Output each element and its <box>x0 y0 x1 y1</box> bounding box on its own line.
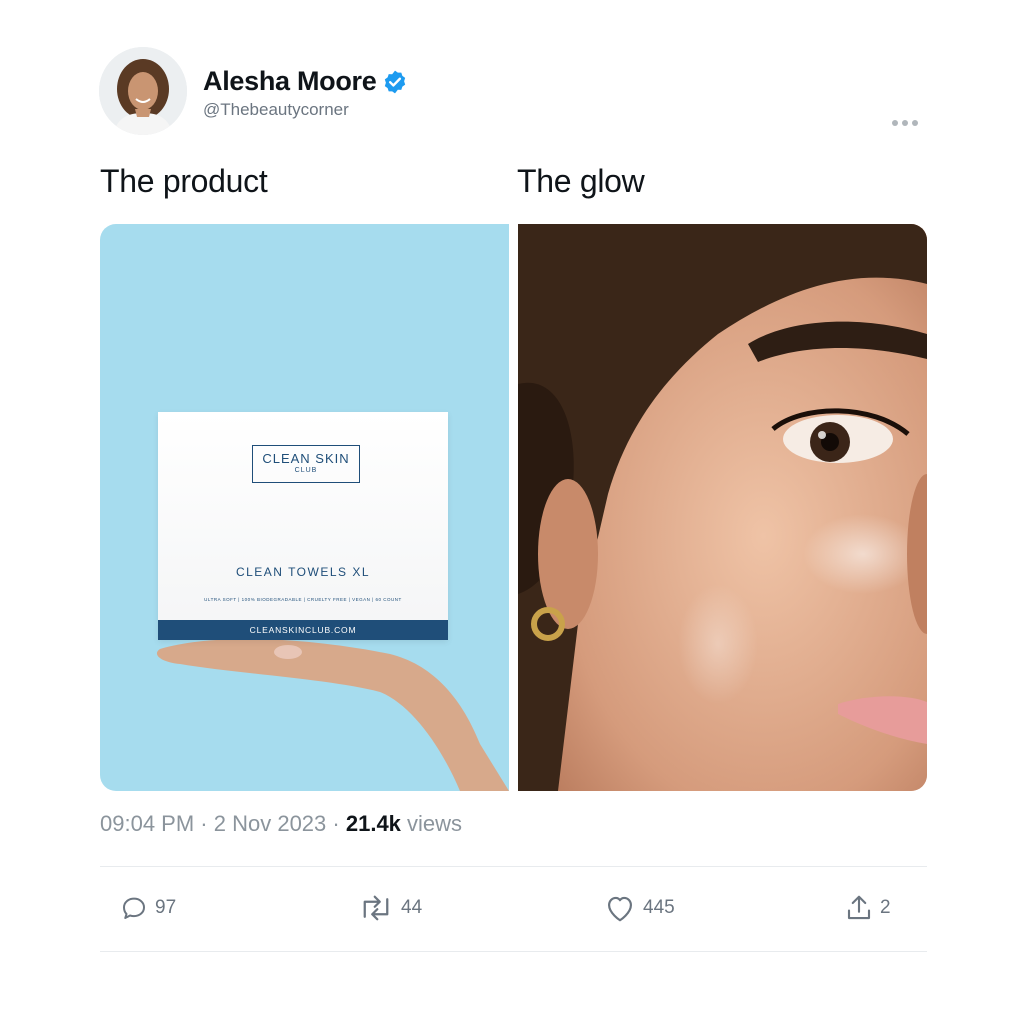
more-icon[interactable] <box>892 116 928 130</box>
divider-bottom <box>100 951 927 952</box>
caption-product: The product <box>100 163 268 199</box>
product-brand-sub: CLUB <box>294 467 318 474</box>
tweet-meta: 09:04 PM · 2 Nov 2023 · 21.4k views <box>100 811 462 837</box>
verified-badge-icon <box>382 69 408 95</box>
repost-count: 44 <box>401 897 423 918</box>
author-name[interactable]: Alesha Moore <box>203 66 377 97</box>
author-handle[interactable]: @Thebeautycorner <box>203 100 349 120</box>
reply-icon <box>123 897 145 919</box>
tweet-date[interactable]: 2 Nov 2023 <box>214 811 327 836</box>
avatar-image <box>99 47 187 135</box>
share-count: 2 <box>880 897 891 918</box>
face-illustration <box>518 224 927 791</box>
share-icon <box>847 895 871 920</box>
avatar[interactable] <box>99 47 187 135</box>
meta-separator: · <box>200 811 208 836</box>
divider-top <box>100 866 927 867</box>
like-button[interactable]: 445 <box>603 893 675 923</box>
caption-glow: The glow <box>517 163 645 199</box>
views-label: views <box>407 811 463 836</box>
meta-separator: · <box>332 811 340 836</box>
like-icon <box>608 896 632 922</box>
repost-button[interactable]: 44 <box>357 893 422 923</box>
media-glow[interactable] <box>518 224 927 791</box>
views-count: 21.4k <box>345 811 401 836</box>
reply-count: 97 <box>155 897 177 918</box>
tweet-time: 09:04 PM <box>100 811 195 836</box>
product-logo: CLEAN SKIN CLUB <box>252 445 360 483</box>
repost-icon <box>363 895 389 921</box>
reply-button[interactable]: 97 <box>119 893 176 923</box>
like-count: 445 <box>643 897 675 918</box>
product-box: CLEAN SKIN CLUB CLEAN TOWELS XL ULTRA SO… <box>158 412 448 640</box>
product-title: CLEAN TOWELS XL <box>235 565 371 579</box>
media-product[interactable]: CLEAN SKIN CLUB CLEAN TOWELS XL ULTRA SO… <box>100 224 509 791</box>
product-website: CLEANSKINCLUB.COM <box>158 620 448 640</box>
product-brand: CLEAN SKIN <box>262 451 350 466</box>
share-button[interactable]: 2 <box>844 893 891 923</box>
product-features: ULTRA SOFT | 100% BIODEGRADABLE | CRUELT… <box>204 597 402 602</box>
